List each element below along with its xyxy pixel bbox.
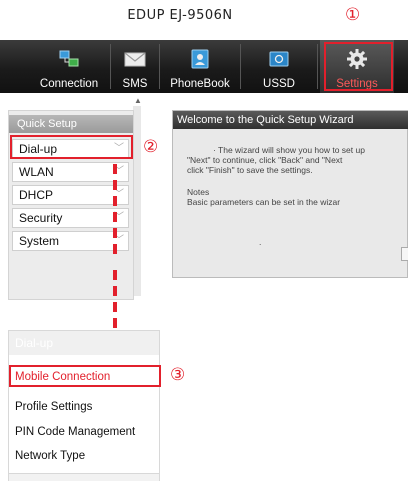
nav-divider bbox=[317, 44, 318, 89]
submenu-item-network-type[interactable]: Network Type bbox=[15, 450, 85, 462]
sidebar-item-label: WLAN bbox=[19, 165, 54, 179]
sidebar-item-wlan[interactable]: WLAN ﹀ bbox=[12, 162, 129, 182]
mobile-connection-highlight-box bbox=[9, 365, 161, 387]
arrow-dash bbox=[113, 196, 117, 206]
settings-highlight-box bbox=[324, 42, 393, 91]
arrow-dash bbox=[113, 244, 117, 254]
dial-up-highlight-box bbox=[10, 135, 133, 159]
submenu-item-profile-settings[interactable]: Profile Settings bbox=[15, 401, 92, 413]
envelope-icon bbox=[124, 52, 146, 67]
wizard-notes-text: Basic parameters can be set in the wizar bbox=[187, 197, 341, 207]
phonebook-icon bbox=[191, 49, 209, 69]
nav-connection-label: Connection bbox=[39, 78, 99, 90]
dial-up-submenu-panel: Dial-up Mobile Connection Profile Settin… bbox=[8, 330, 160, 481]
submenu-item-pin-code-management[interactable]: PIN Code Management bbox=[15, 426, 135, 438]
arrow-dash bbox=[113, 164, 117, 174]
app-title: EDUP EJ-9506N bbox=[127, 8, 233, 23]
nav-phonebook[interactable]: PhoneBook bbox=[160, 40, 240, 93]
nav-ussd-label: USSD bbox=[263, 78, 295, 90]
arrow-dash bbox=[113, 212, 117, 222]
arrow-dash bbox=[113, 318, 117, 328]
wizard-title: Welcome to the Quick Setup Wizard bbox=[173, 111, 408, 129]
sidebar-header: Quick Setup bbox=[9, 115, 133, 133]
callout-2: ② bbox=[143, 137, 159, 157]
ussd-icon bbox=[269, 51, 289, 67]
callout-1: ① bbox=[345, 5, 361, 25]
wizard-text-line: · The wizard will show you how to set up bbox=[213, 145, 365, 155]
nav-ussd[interactable]: USSD bbox=[241, 40, 317, 93]
scroll-up-arrow-icon[interactable]: ▲ bbox=[133, 96, 143, 106]
arrow-dash bbox=[113, 180, 117, 190]
connection-icon bbox=[59, 50, 79, 67]
quick-setup-wizard-panel: Welcome to the Quick Setup Wizard · The … bbox=[172, 110, 408, 278]
nav-connection[interactable]: Connection bbox=[28, 40, 110, 93]
arrow-dash bbox=[113, 228, 117, 238]
wizard-text-line: click "Finish" to save the settings. bbox=[187, 165, 313, 175]
sidebar-item-security[interactable]: Security ﹀ bbox=[12, 208, 129, 228]
submenu-footer bbox=[9, 473, 159, 481]
arrow-dash bbox=[113, 286, 117, 296]
submenu-header: Dial-up bbox=[9, 331, 159, 355]
arrow-dash bbox=[113, 302, 117, 312]
sidebar-item-label: Security bbox=[19, 211, 63, 225]
sidebar-item-dhcp[interactable]: DHCP ﹀ bbox=[12, 185, 129, 205]
nav-sms-label: SMS bbox=[122, 78, 148, 90]
wizard-text-line: "Next" to continue, click "Back" and "Ne… bbox=[187, 155, 343, 165]
arrow-dash bbox=[113, 270, 117, 280]
wizard-next-button[interactable] bbox=[401, 247, 408, 261]
wizard-dot: . bbox=[259, 237, 262, 247]
scrollbar[interactable] bbox=[133, 106, 141, 296]
sidebar-item-system[interactable]: System ﹀ bbox=[12, 231, 129, 251]
nav-phonebook-label: PhoneBook bbox=[170, 78, 230, 90]
sidebar-item-label: System bbox=[19, 234, 60, 248]
wizard-notes-label: Notes bbox=[187, 187, 210, 197]
callout-3: ③ bbox=[170, 365, 186, 385]
nav-sms[interactable]: SMS bbox=[111, 40, 159, 93]
sidebar-item-label: DHCP bbox=[19, 188, 54, 202]
